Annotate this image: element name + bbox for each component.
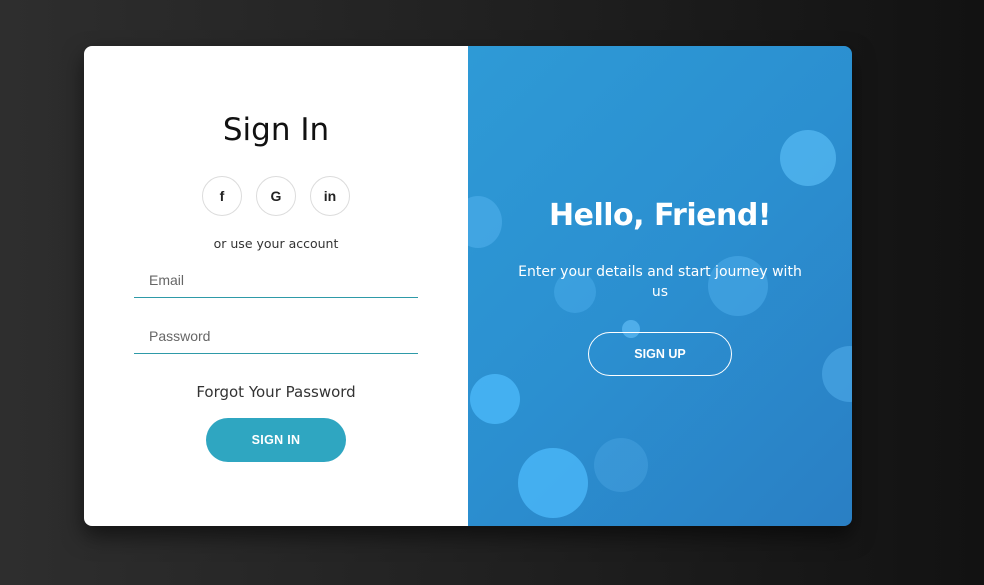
signup-button[interactable]: SIGN UP [588,332,732,376]
overlay-description: Enter your details and start journey wit… [518,264,802,300]
alternate-signin-text: or use your account [213,236,339,251]
facebook-icon: f [219,188,225,204]
auth-card: Sign In f G in or use your account Forgo… [84,46,852,526]
password-field[interactable] [134,318,418,354]
signup-overlay-panel: Hello, Friend! Enter your details and st… [468,46,852,526]
overlay-title: Hello, Friend! [549,198,771,233]
email-field[interactable] [134,262,418,298]
bokeh-decoration [594,438,648,492]
signin-button[interactable]: SIGN IN [206,418,346,462]
linkedin-icon: in [323,188,337,204]
bokeh-decoration [780,130,836,186]
signin-panel: Sign In f G in or use your account Forgo… [84,46,468,526]
social-buttons: f G in [84,176,468,216]
signin-title: Sign In [222,112,330,148]
bokeh-decoration [470,374,520,424]
bokeh-decoration [822,346,852,402]
bokeh-decoration [518,448,588,518]
google-icon: G [270,188,282,204]
linkedin-button[interactable]: in [310,176,350,216]
google-button[interactable]: G [256,176,296,216]
facebook-button[interactable]: f [202,176,242,216]
forgot-password-link[interactable]: Forgot Your Password [84,383,468,401]
